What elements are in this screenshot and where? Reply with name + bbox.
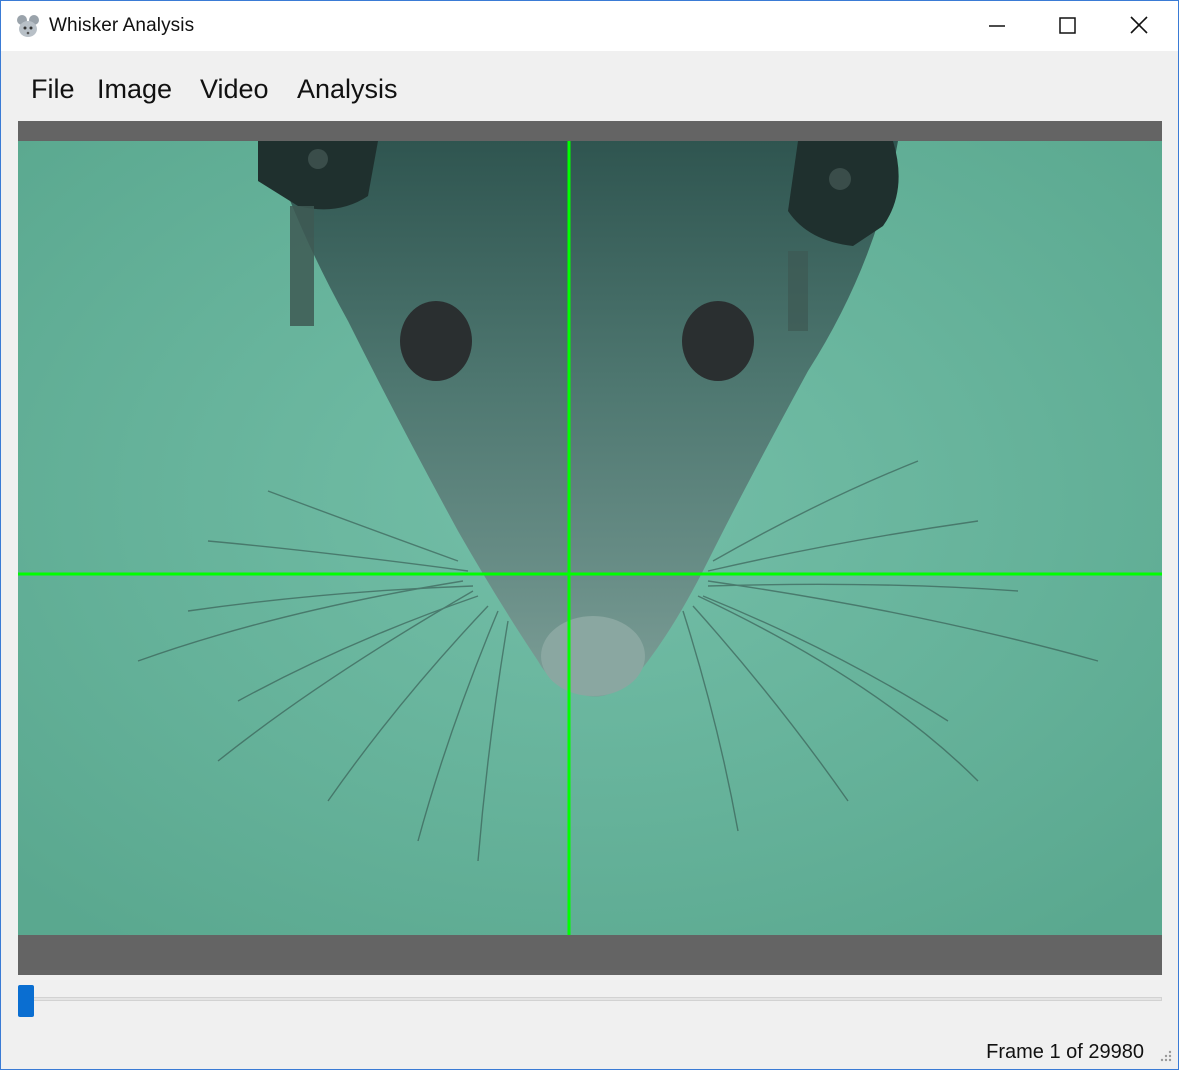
- menu-bar: File Image Video Analysis: [1, 51, 1178, 121]
- menu-analysis[interactable]: Analysis: [297, 74, 398, 105]
- app-window: Whisker Analysis File Image Video Analys…: [0, 0, 1179, 1070]
- mouse-icon: [15, 14, 41, 38]
- resize-grip-icon[interactable]: [1159, 1049, 1173, 1063]
- maximize-button[interactable]: [1033, 1, 1103, 51]
- maximize-icon: [1059, 17, 1076, 34]
- frame-counter: Frame 1 of 29980: [986, 1041, 1144, 1063]
- mouse-head-image: [18, 141, 1162, 935]
- minimize-button[interactable]: [963, 1, 1033, 51]
- menu-file[interactable]: File: [31, 74, 75, 105]
- close-icon: [1130, 16, 1148, 34]
- frame-slider-track[interactable]: [25, 997, 1162, 1001]
- minimize-icon: [989, 25, 1005, 27]
- menu-image[interactable]: Image: [97, 74, 172, 105]
- video-viewer[interactable]: [18, 121, 1162, 975]
- menu-video[interactable]: Video: [200, 74, 269, 105]
- frame-slider-thumb[interactable]: [18, 985, 34, 1017]
- close-button[interactable]: [1105, 1, 1175, 51]
- title-bar[interactable]: Whisker Analysis: [1, 1, 1178, 51]
- window-title: Whisker Analysis: [49, 15, 195, 36]
- video-frame[interactable]: [18, 141, 1162, 935]
